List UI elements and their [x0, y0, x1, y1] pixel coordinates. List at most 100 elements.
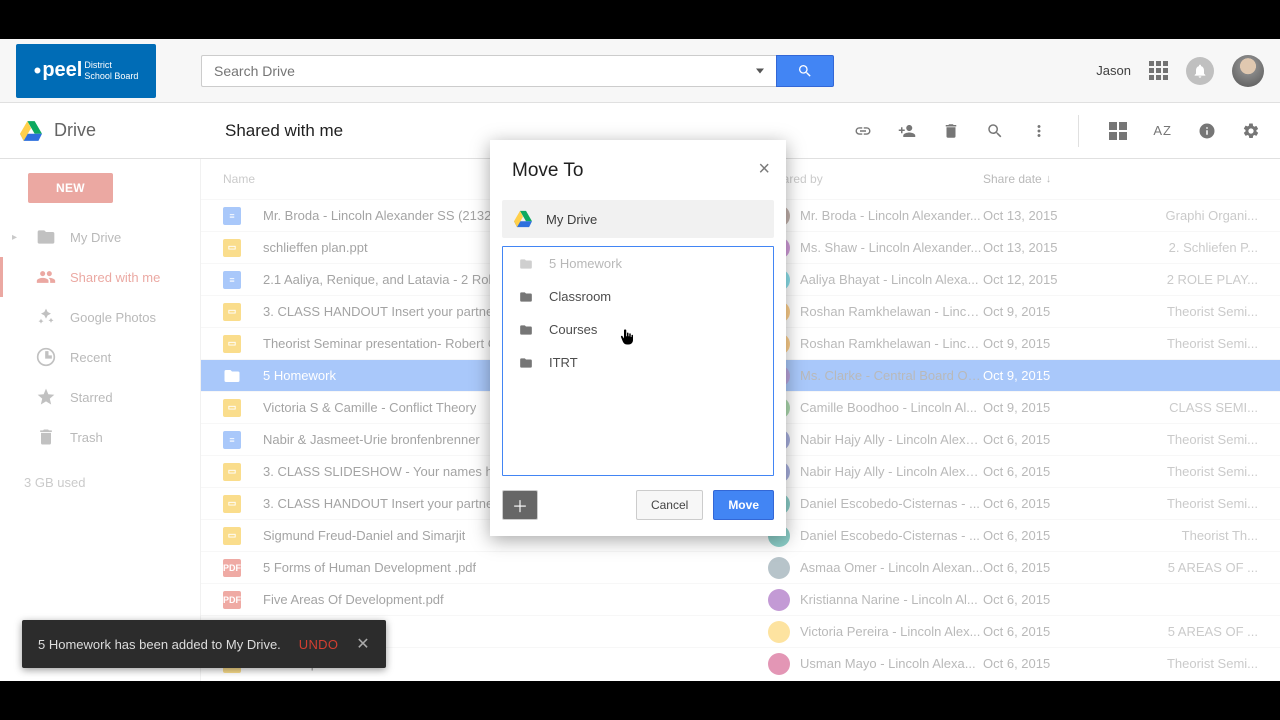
- slides-icon: ▭: [223, 495, 241, 513]
- sidebar: NEW ▸My DriveShared with meGoogle Photos…: [0, 159, 201, 681]
- col-date-header[interactable]: Share date ↓: [983, 172, 1128, 186]
- logo-text: peel: [42, 59, 82, 82]
- slides-icon: ▭: [223, 399, 241, 417]
- file-name: Theorist Seminar presentation- Robert C.…: [263, 336, 508, 351]
- slides-icon: ▭: [223, 303, 241, 321]
- file-name: Nabir & Jasmeet-Urie bronfenbrenner: [263, 432, 480, 447]
- share-date: Oct 9, 2015: [983, 400, 1128, 415]
- modal-close-icon[interactable]: ×: [758, 158, 770, 181]
- owner-name: Ms. Clarke - Central Board Off...: [800, 368, 983, 383]
- folder-tree-item[interactable]: ITRT: [503, 346, 773, 379]
- share-date: Oct 6, 2015: [983, 464, 1128, 479]
- folder-tree-item[interactable]: Classroom: [503, 280, 773, 313]
- get-link-icon[interactable]: [854, 122, 872, 140]
- search-icon: [797, 63, 813, 79]
- file-extra: Theorist Semi...: [1128, 336, 1258, 351]
- owner-name: Victoria Pereira - Lincoln Alex...: [800, 624, 980, 639]
- owner-name: Daniel Escobedo-Cisternas - ...: [800, 496, 980, 511]
- grid-view-toggle-icon[interactable]: [1109, 122, 1127, 140]
- owner-avatar: [768, 589, 790, 611]
- file-row[interactable]: PDF5 Forms of Human Development .pdfAsma…: [201, 551, 1280, 583]
- slides-icon: ▭: [223, 463, 241, 481]
- file-name: 5 Forms of Human Development .pdf: [263, 560, 476, 575]
- info-icon[interactable]: [1198, 122, 1216, 140]
- sidebar-item-shared-with-me[interactable]: Shared with me: [0, 257, 200, 297]
- folder-icon: [517, 356, 535, 370]
- share-date: Oct 6, 2015: [983, 560, 1128, 575]
- file-name: 5 Homework: [263, 368, 336, 383]
- pdf-icon: PDF: [223, 559, 241, 577]
- file-extra: 5 AREAS OF ...: [1128, 560, 1258, 575]
- folder-label: Classroom: [549, 289, 611, 304]
- folder-icon: [517, 290, 535, 304]
- file-extra: Theorist Semi...: [1128, 496, 1258, 511]
- add-person-icon[interactable]: [898, 122, 916, 140]
- drive-logo-icon[interactable]: [20, 121, 42, 141]
- slides-icon: ▭: [223, 527, 241, 545]
- owner-name: Roshan Ramkhelawan - Linco...: [800, 304, 983, 319]
- settings-gear-icon[interactable]: [1242, 122, 1260, 140]
- apps-launcher-icon[interactable]: [1149, 61, 1168, 80]
- mouse-cursor-icon: [618, 328, 636, 346]
- toast-undo[interactable]: UNDO: [299, 637, 338, 652]
- sidebar-item-google-photos[interactable]: Google Photos: [0, 297, 200, 337]
- share-date: Oct 6, 2015: [983, 496, 1128, 511]
- notifications-icon[interactable]: [1186, 57, 1214, 85]
- search-in-section-icon[interactable]: [986, 122, 1004, 140]
- file-name: Five Areas Of Development.pdf: [263, 592, 444, 607]
- move-button[interactable]: Move: [713, 490, 774, 520]
- slides-icon: ▭: [223, 239, 241, 257]
- search-options-caret[interactable]: [756, 68, 764, 73]
- owner-name: Daniel Escobedo-Cisternas - ...: [800, 528, 980, 543]
- toolbar-divider: [1078, 115, 1079, 147]
- org-logo[interactable]: • peel DistrictSchool Board: [16, 44, 156, 98]
- breadcrumb-label: My Drive: [546, 212, 597, 227]
- pdf-icon: PDF: [223, 591, 241, 609]
- col-owner-header[interactable]: Shared by: [768, 172, 983, 186]
- folder-tree-item[interactable]: Courses: [503, 313, 773, 346]
- search-input[interactable]: [201, 55, 776, 87]
- owner-name: Camille Boodhoo - Lincoln Al...: [800, 400, 977, 415]
- section-title: Shared with me: [225, 121, 343, 141]
- owner-avatar: [768, 621, 790, 643]
- app-name: Drive: [54, 120, 96, 141]
- sort-arrow-icon: ↓: [1046, 173, 1052, 185]
- toast-close-icon[interactable]: ✕: [356, 634, 369, 654]
- header: • peel DistrictSchool Board Jason: [0, 39, 1280, 103]
- file-extra: Theorist Semi...: [1128, 464, 1258, 479]
- file-extra: Theorist Semi...: [1128, 656, 1258, 671]
- cancel-button[interactable]: Cancel: [636, 490, 703, 520]
- file-row[interactable]: PDFFive Areas Of Development.pdfKristian…: [201, 583, 1280, 615]
- modal-title: Move To: [512, 160, 583, 181]
- file-name: 3. CLASS HANDOUT Insert your partner...: [263, 496, 508, 511]
- account-name[interactable]: Jason: [1096, 63, 1131, 78]
- docs-icon: ≡: [223, 431, 241, 449]
- file-extra: Theorist Semi...: [1128, 432, 1258, 447]
- file-name: 3. CLASS HANDOUT Insert your partner...: [263, 304, 508, 319]
- file-extra: 2 ROLE PLAY...: [1128, 272, 1258, 287]
- more-actions-icon[interactable]: [1030, 122, 1048, 140]
- file-name: Sigmund Freud-Daniel and Simarjit: [263, 528, 465, 543]
- user-avatar[interactable]: [1232, 55, 1264, 87]
- drive-icon: [514, 210, 532, 228]
- move-to-modal: Move To × My Drive 5 HomeworkClassroomCo…: [490, 140, 786, 536]
- modal-breadcrumb[interactable]: My Drive: [502, 200, 774, 238]
- docs-icon: ≡: [223, 207, 241, 225]
- file-extra: Graphi Organi...: [1128, 208, 1258, 223]
- new-folder-button[interactable]: ＋: [502, 490, 538, 520]
- nav-item-label: My Drive: [70, 230, 121, 245]
- sidebar-item-my-drive[interactable]: ▸My Drive: [0, 217, 200, 257]
- delete-icon[interactable]: [942, 122, 960, 140]
- search-button[interactable]: [776, 55, 834, 87]
- folder-icon: [517, 323, 535, 337]
- folder-icon: [223, 367, 241, 385]
- docs-icon: ≡: [223, 271, 241, 289]
- sidebar-item-starred[interactable]: Starred: [0, 377, 200, 417]
- sort-az-icon[interactable]: AZ: [1153, 123, 1172, 138]
- sidebar-item-trash[interactable]: Trash: [0, 417, 200, 457]
- owner-name: Usman Mayo - Lincoln Alexa...: [800, 656, 976, 671]
- share-date: Oct 6, 2015: [983, 528, 1128, 543]
- folder-label: ITRT: [549, 355, 578, 370]
- sidebar-item-recent[interactable]: Recent: [0, 337, 200, 377]
- new-button[interactable]: NEW: [28, 173, 113, 203]
